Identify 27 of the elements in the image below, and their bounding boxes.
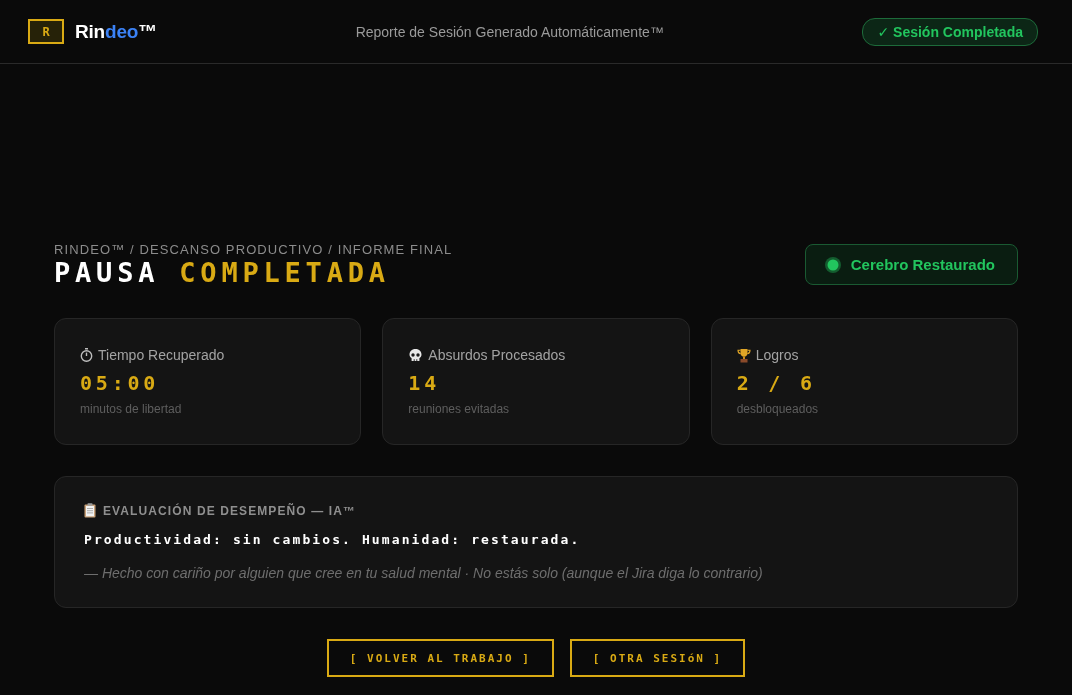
brand-name: Rindeo™	[75, 20, 157, 43]
status-dot-icon	[824, 256, 841, 273]
back-to-work-button[interactable]: [ VOLVER AL TRABAJO ]	[326, 639, 554, 677]
stat-label: Tiempo Recuperado	[98, 347, 225, 363]
stat-label: Absurdos Procesados	[428, 347, 566, 363]
breadcrumb: RINDEO™ / DESCANSO PRODUCTIVO / INFORME FINAL	[54, 242, 453, 257]
stat-caption: desbloqueados	[736, 402, 819, 416]
status-text: Cerebro Restaurado	[850, 256, 995, 273]
stat-label: Logros	[755, 347, 799, 363]
stat-value: 2 / 6	[736, 372, 816, 394]
trophy-icon	[736, 347, 751, 363]
stat-value: 14	[408, 372, 440, 394]
stat-value: 05:00	[80, 372, 160, 394]
stat-caption: minutos de libertad	[80, 402, 182, 416]
title-highlight: COMPLETADA	[179, 259, 390, 287]
another-session-button[interactable]: [ OTRA SESIóN ]	[569, 639, 746, 677]
evaluation-heading: EVALUACIÓN DE DESEMPEÑO — IA™	[103, 503, 357, 518]
title-text: PAUSA	[54, 259, 160, 287]
evaluation-verdict: Productividad: sin cambios. Humanidad: restaurada.	[84, 532, 581, 547]
clipboard-icon	[84, 503, 96, 518]
stat-caption: reuniones evitadas	[408, 402, 510, 416]
skull-icon	[408, 347, 424, 363]
stopwatch-icon	[80, 348, 93, 362]
evaluation-note: — Hecho con cariño por alguien que cree en tu salud mental · No estás solo (aunque el Jira diga lo contrario)	[84, 565, 763, 581]
session-status-badge: ✓ Sesión Completada	[862, 17, 1038, 46]
logo-mark: R	[28, 19, 64, 44]
header-subtitle: Reporte de Sesión Generado Automáticamente™	[355, 23, 664, 40]
